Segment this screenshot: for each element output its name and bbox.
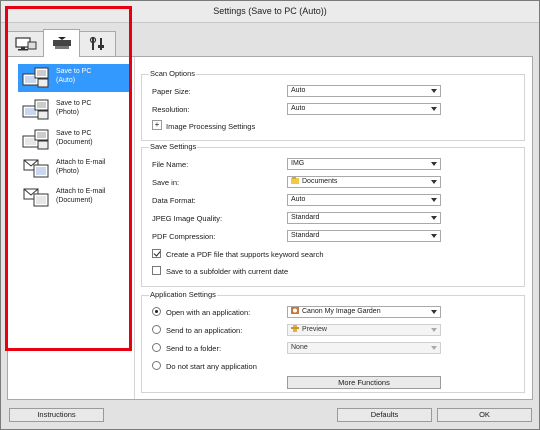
group-title: Save Settings (149, 142, 198, 151)
jpeg-quality-row: JPEG Image Quality: Standard (152, 212, 522, 224)
keyword-pdf-checkbox[interactable] (152, 249, 161, 258)
chevron-down-icon (431, 180, 437, 184)
subfolder-checkbox[interactable] (152, 266, 161, 275)
paper-size-row: Paper Size: Auto (152, 85, 522, 97)
group-title: Scan Options (149, 69, 197, 78)
send-to-folder-radio[interactable] (152, 343, 161, 352)
send-to-app-select[interactable]: Preview (287, 324, 441, 336)
tab-bar (7, 29, 127, 57)
tab-scan-from-computer[interactable] (7, 31, 44, 56)
paper-size-select[interactable]: Auto (287, 85, 441, 97)
ok-button[interactable]: OK (437, 408, 532, 422)
open-with-radio[interactable] (152, 307, 161, 316)
save-to-pc-icon (22, 67, 49, 88)
sidebar-item-label: Attach to E-mail (Photo) (56, 159, 106, 175)
window-title: Settings (Save to PC (Auto)) (213, 6, 327, 16)
file-name-select[interactable]: IMG (287, 158, 441, 170)
settings-content: Save to PC (Auto) Save to PC (Photo) Sav… (7, 56, 533, 400)
chevron-down-icon (431, 310, 437, 314)
send-to-folder-select[interactable]: None (287, 342, 441, 354)
sidebar-item-label: Save to PC (Document) (56, 130, 93, 146)
send-to-app-label[interactable]: Send to an application: (166, 326, 242, 335)
sidebar-item-save-to-pc-photo[interactable]: Save to PC (Photo) (18, 96, 132, 124)
keyword-pdf-row: Create a PDF file that supports keyword … (152, 248, 522, 260)
scan-from-operation-panel-icon (52, 36, 71, 49)
subfolder-row: Save to a subfolder with current date (152, 265, 522, 277)
image-processing-row: + Image Processing Settings (152, 120, 522, 132)
send-to-folder-row: Send to a folder: None (152, 342, 522, 354)
no-app-label[interactable]: Do not start any application (166, 362, 257, 371)
general-settings-icon (89, 36, 104, 50)
sidebar-item-attach-email-document[interactable]: Attach to E-mail (Document) (18, 184, 132, 212)
no-app-radio[interactable] (152, 361, 161, 370)
chevron-down-icon (431, 162, 437, 166)
tab-general-settings[interactable] (79, 31, 116, 56)
chevron-down-icon (431, 328, 437, 332)
sidebar-item-attach-email-photo[interactable]: Attach to E-mail (Photo) (18, 155, 132, 183)
pdf-compression-label: PDF Compression: (152, 232, 216, 241)
documents-folder-icon (291, 177, 299, 184)
sidebar-item-save-to-pc-auto[interactable]: Save to PC (Auto) (18, 64, 132, 92)
save-in-select[interactable]: Documents (287, 176, 441, 188)
attach-email-icon (23, 159, 49, 178)
sidebar-item-label: Save to PC (Photo) (56, 100, 92, 116)
jpeg-quality-label: JPEG Image Quality: (152, 214, 223, 223)
sidebar-item-save-to-pc-document[interactable]: Save to PC (Document) (18, 126, 132, 154)
title-bar: Settings (Save to PC (Auto)) (1, 1, 539, 23)
defaults-button[interactable]: Defaults (337, 408, 432, 422)
preview-app-icon (291, 325, 299, 332)
save-to-pc-icon (22, 129, 49, 150)
group-title: Application Settings (149, 290, 217, 299)
no-app-row: Do not start any application (152, 360, 522, 372)
pdf-compression-select[interactable]: Standard (287, 230, 441, 242)
send-to-app-radio[interactable] (152, 325, 161, 334)
instructions-button[interactable]: Instructions (9, 408, 104, 422)
canon-app-icon (291, 307, 299, 314)
chevron-down-icon (431, 346, 437, 350)
scan-options-group: Scan Options Paper Size: Auto Resolution… (141, 69, 525, 141)
pdf-compression-row: PDF Compression: Standard (152, 230, 522, 242)
save-to-pc-icon (22, 99, 49, 120)
save-in-label: Save in: (152, 178, 180, 187)
settings-panel: Scan Options Paper Size: Auto Resolution… (134, 57, 532, 399)
save-settings-group: Save Settings File Name: IMG Save in: Do (141, 142, 525, 287)
scan-from-computer-icon (14, 37, 36, 51)
open-with-row: Open with an application: Canon My Image… (152, 306, 522, 318)
jpeg-quality-select[interactable]: Standard (287, 212, 441, 224)
send-to-folder-label[interactable]: Send to a folder: (166, 344, 221, 353)
subfolder-label[interactable]: Save to a subfolder with current date (166, 267, 288, 276)
image-processing-label[interactable]: Image Processing Settings (166, 122, 255, 131)
resolution-select[interactable]: Auto (287, 103, 441, 115)
send-to-app-row: Send to an application: Preview (152, 324, 522, 336)
more-functions-button[interactable]: More Functions (287, 376, 441, 389)
sidebar-item-label: Attach to E-mail (Document) (56, 188, 106, 204)
chevron-down-icon (431, 216, 437, 220)
sidebar-item-label: Save to PC (Auto) (56, 68, 92, 84)
paper-size-label: Paper Size: (152, 87, 191, 96)
keyword-pdf-label[interactable]: Create a PDF file that supports keyword … (166, 250, 324, 259)
application-settings-group: Application Settings Open with an applic… (141, 290, 525, 393)
settings-window: Settings (Save to PC (Auto)) Save to PC … (0, 0, 540, 430)
expand-icon[interactable]: + (152, 120, 162, 130)
chevron-down-icon (431, 234, 437, 238)
data-format-label: Data Format: (152, 196, 196, 205)
chevron-down-icon (431, 107, 437, 111)
resolution-row: Resolution: Auto (152, 103, 522, 115)
file-name-row: File Name: IMG (152, 158, 522, 170)
tab-scan-from-operation-panel[interactable] (43, 29, 80, 57)
file-name-label: File Name: (152, 160, 189, 169)
chevron-down-icon (431, 198, 437, 202)
chevron-down-icon (431, 89, 437, 93)
data-format-select[interactable]: Auto (287, 194, 441, 206)
scan-mode-list: Save to PC (Auto) Save to PC (Photo) Sav… (10, 59, 134, 397)
data-format-row: Data Format: Auto (152, 194, 522, 206)
resolution-label: Resolution: (152, 105, 190, 114)
open-with-label[interactable]: Open with an application: (166, 308, 250, 317)
open-with-select[interactable]: Canon My Image Garden (287, 306, 441, 318)
attach-email-icon (23, 188, 49, 207)
save-in-row: Save in: Documents (152, 176, 522, 188)
